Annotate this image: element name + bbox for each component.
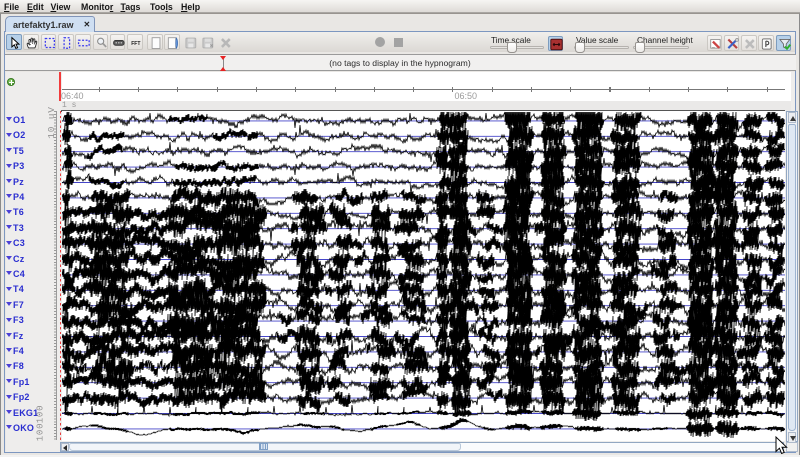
svg-text:FFT: FFT	[131, 41, 141, 47]
